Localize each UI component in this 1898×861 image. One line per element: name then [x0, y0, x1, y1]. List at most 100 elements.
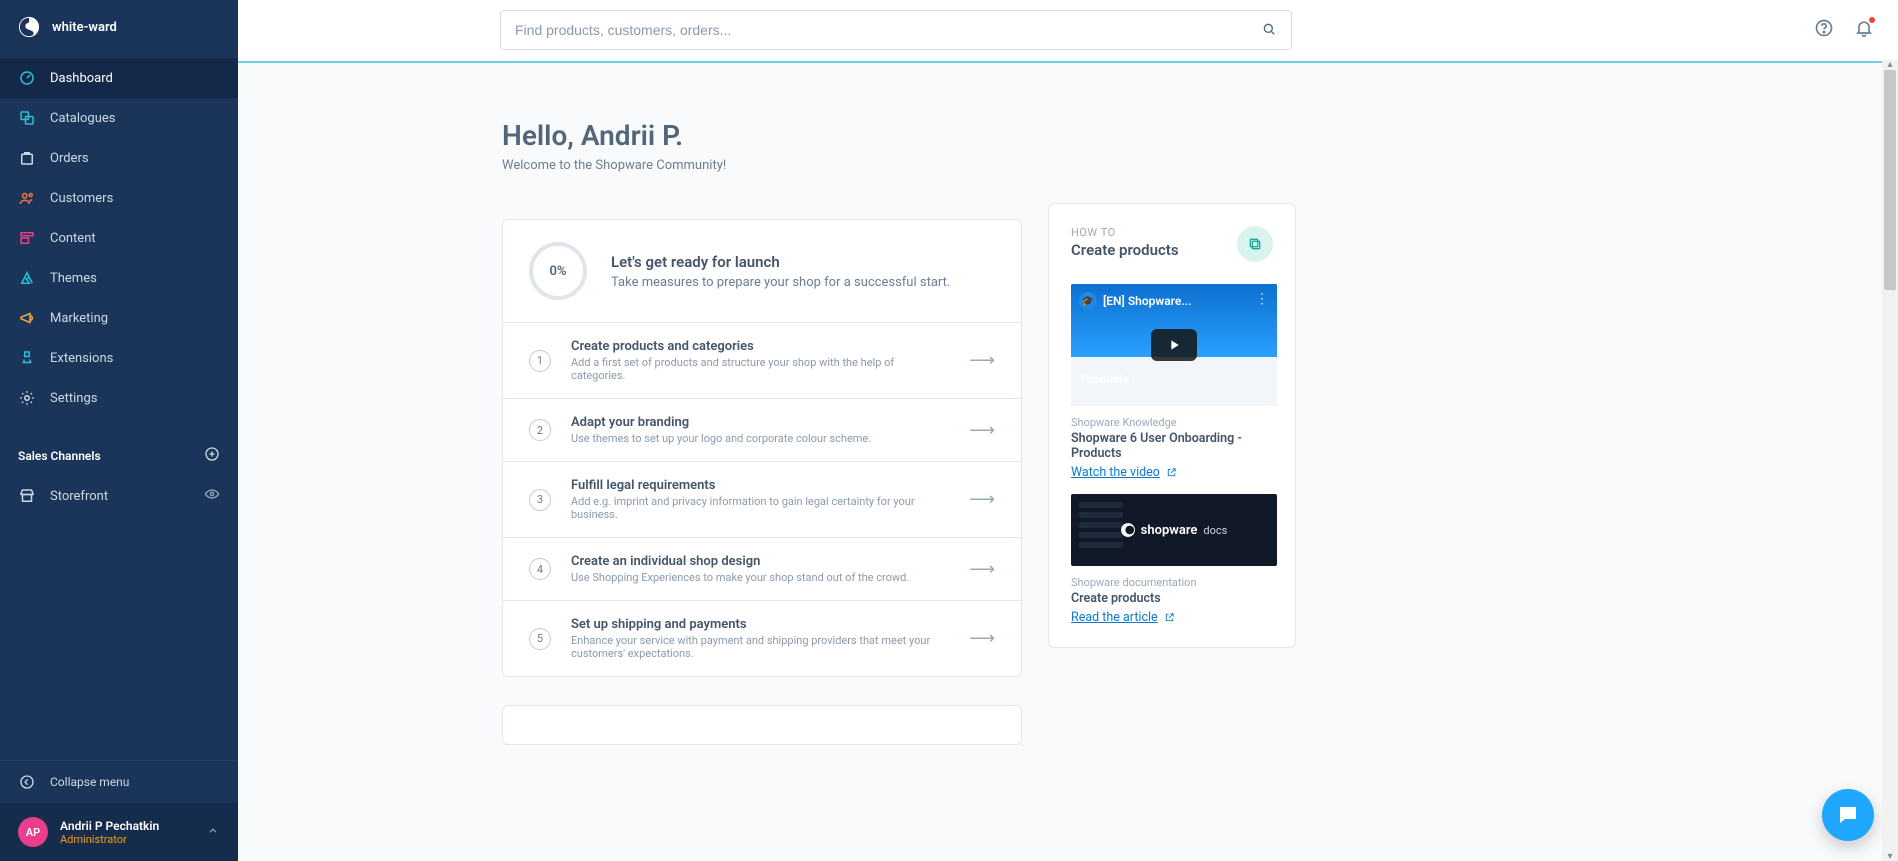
- nav-label: Content: [50, 231, 96, 246]
- step-title: Fulfill legal requirements: [571, 478, 949, 493]
- search-icon: [1261, 21, 1277, 37]
- nav-content[interactable]: Content: [0, 218, 238, 258]
- greeting: Hello, Andrii P. Welcome to the Shopware…: [502, 119, 1022, 173]
- arrow-right-icon: ⟶: [969, 489, 995, 510]
- nav-label: Settings: [50, 391, 97, 406]
- external-link-icon: [1166, 467, 1177, 478]
- nav-themes[interactable]: Themes: [0, 258, 238, 298]
- loading-bar: [238, 61, 1898, 63]
- page-title: Hello, Andrii P.: [502, 119, 1022, 152]
- search-input[interactable]: [515, 22, 1261, 38]
- step-number: 3: [529, 489, 551, 511]
- docs-label: Shopware documentation: [1071, 576, 1273, 589]
- storefront-icon: [18, 487, 36, 505]
- step-number: 2: [529, 419, 551, 441]
- topbar: [238, 0, 1898, 61]
- eye-icon[interactable]: [204, 486, 220, 506]
- video-menu-icon[interactable]: ⋮: [1255, 292, 1269, 306]
- step-desc: Use themes to set up your logo and corpo…: [571, 432, 871, 445]
- avatar: AP: [18, 817, 48, 847]
- nav-label: Orders: [50, 151, 89, 166]
- shopware-logo-icon: [1121, 523, 1135, 537]
- scroll-up-icon[interactable]: ▴: [1882, 59, 1898, 70]
- brand: white-ward: [0, 0, 238, 54]
- progress-ring: 0%: [529, 242, 587, 300]
- next-card: [502, 705, 1022, 745]
- help-icon: [1814, 18, 1834, 38]
- page-subtitle: Welcome to the Shopware Community!: [502, 158, 1022, 173]
- watch-video-link[interactable]: Watch the video: [1071, 465, 1177, 480]
- step-desc: Enhance your service with payment and sh…: [571, 634, 949, 660]
- scrollbar[interactable]: ▴ ▾: [1882, 60, 1898, 861]
- nav-customers[interactable]: Customers: [0, 178, 238, 218]
- nav-settings[interactable]: Settings: [0, 378, 238, 418]
- docs-thumbnail[interactable]: shopwaredocs: [1071, 494, 1277, 566]
- arrow-right-icon: ⟶: [969, 559, 995, 580]
- collapse-icon: [18, 773, 36, 791]
- launch-title: Let's get ready for launch: [611, 253, 950, 271]
- step-adapt-branding[interactable]: 2 Adapt your branding Use themes to set u…: [503, 398, 1021, 461]
- copy-icon: [1237, 226, 1273, 262]
- search-field[interactable]: [500, 10, 1292, 50]
- arrow-right-icon: ⟶: [969, 350, 995, 371]
- play-button[interactable]: [1151, 329, 1197, 361]
- main-nav: Dashboard Catalogues Orders Customers Co…: [0, 54, 238, 418]
- catalogues-icon: [18, 109, 36, 127]
- step-desc: Add e.g. imprint and privacy information…: [571, 495, 949, 521]
- nav-marketing[interactable]: Marketing: [0, 298, 238, 338]
- extensions-icon: [18, 349, 36, 367]
- user-menu[interactable]: AP Andrii P Pechatkin Administrator: [0, 803, 238, 861]
- settings-icon: [18, 389, 36, 407]
- nav-orders[interactable]: Orders: [0, 138, 238, 178]
- step-number: 1: [529, 350, 551, 372]
- nav-label: Customers: [50, 191, 113, 206]
- external-link-icon: [1164, 612, 1175, 623]
- marketing-icon: [18, 309, 36, 327]
- step-number: 5: [529, 628, 551, 650]
- step-legal[interactable]: 3 Fulfill legal requirements Add e.g. imp…: [503, 461, 1021, 537]
- chat-button[interactable]: [1822, 789, 1874, 841]
- nav-dashboard[interactable]: Dashboard: [0, 58, 238, 98]
- howto-card: HOW TO Create products 🎓 [EN] Shopware..…: [1048, 203, 1296, 648]
- add-channel-button[interactable]: [204, 446, 220, 466]
- nav-label: Extensions: [50, 351, 113, 366]
- scroll-thumb[interactable]: [1884, 70, 1896, 290]
- collapse-label: Collapse menu: [50, 775, 129, 789]
- scroll-down-icon[interactable]: ▾: [1882, 851, 1898, 861]
- topbar-actions: [1814, 18, 1874, 42]
- video-caption: Products: [1081, 372, 1130, 386]
- nav-label: Catalogues: [50, 111, 116, 126]
- nav-catalogues[interactable]: Catalogues: [0, 98, 238, 138]
- chevron-up-icon: [206, 823, 220, 842]
- grad-cap-icon: 🎓: [1079, 292, 1097, 310]
- notifications-button[interactable]: [1854, 18, 1874, 42]
- step-title: Create an individual shop design: [571, 554, 909, 569]
- step-design[interactable]: 4 Create an individual shop designUse Sh…: [503, 537, 1021, 600]
- step-desc: Use Shopping Experiences to make your sh…: [571, 571, 909, 584]
- step-create-products[interactable]: 1 Create products and categoriesAdd a fi…: [503, 322, 1021, 398]
- docs-title: Create products: [1071, 591, 1273, 606]
- sales-channels-title: Sales Channels: [18, 449, 101, 463]
- sidebar: white-ward Dashboard Catalogues Orders C…: [0, 0, 238, 861]
- step-shipping[interactable]: 5 Set up shipping and payments Enhance yo…: [503, 600, 1021, 676]
- nav-label: Dashboard: [50, 71, 113, 86]
- channel-storefront[interactable]: Storefront: [0, 476, 238, 516]
- bell-icon: [1854, 18, 1874, 38]
- search-button[interactable]: [1261, 21, 1277, 40]
- step-title: Adapt your branding: [571, 415, 871, 430]
- customers-icon: [18, 189, 36, 207]
- step-title: Create products and categories: [571, 339, 949, 354]
- howto-label: HOW TO: [1071, 226, 1179, 239]
- brand-logo-icon: [18, 16, 40, 38]
- launch-header: 0% Let's get ready for launch Take measu…: [503, 220, 1021, 322]
- video-overlay-title: [EN] Shopware...: [1103, 294, 1192, 308]
- main: Hello, Andrii P. Welcome to the Shopware…: [238, 0, 1898, 861]
- help-button[interactable]: [1814, 18, 1834, 42]
- nav-label: Themes: [50, 271, 97, 286]
- collapse-menu[interactable]: Collapse menu: [0, 760, 238, 803]
- step-title: Set up shipping and payments: [571, 617, 949, 632]
- nav-extensions[interactable]: Extensions: [0, 338, 238, 378]
- knowledge-title: Shopware 6 User Onboarding - Products: [1071, 431, 1273, 461]
- read-article-link[interactable]: Read the article: [1071, 610, 1175, 625]
- video-thumbnail[interactable]: 🎓 [EN] Shopware... ⋮ Products: [1071, 284, 1277, 406]
